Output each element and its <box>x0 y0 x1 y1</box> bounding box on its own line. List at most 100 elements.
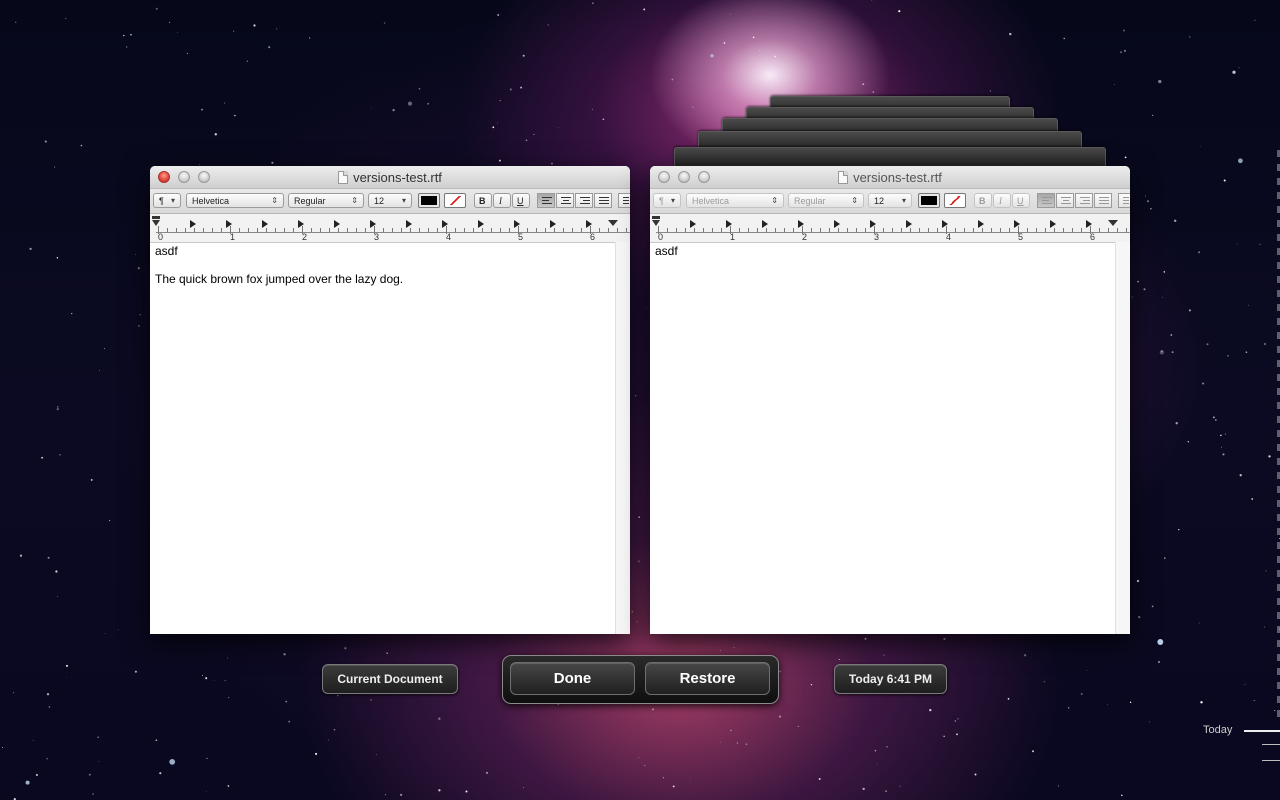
background-color-swatch[interactable] <box>444 193 466 208</box>
tab-stop[interactable] <box>942 220 948 228</box>
window-controls <box>158 171 210 183</box>
star <box>169 21 170 23</box>
star <box>1063 37 1065 40</box>
vertical-scrollbar[interactable] <box>1115 242 1130 634</box>
star <box>29 247 32 251</box>
current-document-button[interactable]: Current Document <box>322 664 458 694</box>
close-button[interactable] <box>158 171 170 183</box>
star <box>392 108 395 112</box>
version-window[interactable]: versions-test.rtf ¶ ▾ Helvetica ⇕ Regular ⇕… <box>650 166 1130 634</box>
align-right-button[interactable] <box>575 193 593 208</box>
tab-stop[interactable] <box>690 220 696 228</box>
tab-stop[interactable] <box>442 220 448 228</box>
tab-stop[interactable] <box>514 220 520 228</box>
tab-stop[interactable] <box>762 220 768 228</box>
timeline-today-tick[interactable] <box>1244 730 1280 732</box>
star <box>32 739 34 741</box>
align-left-button[interactable] <box>537 193 555 208</box>
star <box>1068 707 1070 709</box>
star <box>47 556 50 559</box>
align-center-button <box>1056 193 1074 208</box>
ruler-tick <box>1117 228 1118 232</box>
title-bar[interactable]: versions-test.rtf <box>650 166 1130 189</box>
tab-stop[interactable] <box>190 220 196 228</box>
font-family-popup[interactable]: Helvetica ⇕ <box>186 193 284 208</box>
tab-stop[interactable] <box>1014 220 1020 228</box>
star <box>779 670 782 673</box>
text-color-swatch[interactable] <box>418 193 440 208</box>
timeline-tick[interactable] <box>1262 744 1280 745</box>
tab-stop[interactable] <box>1050 220 1056 228</box>
left-margin-marker[interactable] <box>152 216 160 226</box>
right-margin-marker[interactable] <box>608 220 618 226</box>
tab-stop[interactable] <box>870 220 876 228</box>
ruler-tick <box>1027 228 1028 232</box>
star <box>1146 200 1150 203</box>
paragraph-styles-popup[interactable]: ¶ ▾ <box>153 193 181 208</box>
ruler-tick <box>982 228 983 232</box>
tab-stop[interactable] <box>586 220 592 228</box>
done-button[interactable]: Done <box>510 662 635 695</box>
title-bar[interactable]: versions-test.rtf <box>150 166 630 189</box>
tab-stop[interactable] <box>726 220 732 228</box>
tab-stop[interactable] <box>370 220 376 228</box>
star <box>155 739 158 742</box>
tab-stop[interactable] <box>478 220 484 228</box>
underline-button[interactable]: U <box>512 193 530 208</box>
ruler-tick <box>1054 228 1055 232</box>
star <box>872 91 875 93</box>
zoom-button[interactable] <box>198 171 210 183</box>
vertical-scrollbar[interactable] <box>615 242 630 634</box>
chevron-down-icon: ▾ <box>670 196 675 205</box>
ruler[interactable]: 0 1 2 3 4 5 6 <box>150 214 630 243</box>
minimize-button[interactable] <box>178 171 190 183</box>
ruler-tick <box>455 228 456 232</box>
tab-stop[interactable] <box>298 220 304 228</box>
star <box>88 773 91 776</box>
ruler: 0 1 2 3 4 5 6 <box>650 214 1130 243</box>
star <box>672 785 675 788</box>
star <box>636 620 638 623</box>
star <box>1198 622 1200 624</box>
star <box>1106 703 1108 705</box>
star <box>1148 721 1150 723</box>
font-style-popup[interactable]: Regular ⇕ <box>288 193 364 208</box>
restore-button[interactable]: Restore <box>645 662 770 695</box>
tab-stop[interactable] <box>550 220 556 228</box>
align-center-button[interactable] <box>556 193 574 208</box>
ruler-tick <box>721 228 722 232</box>
bold-button[interactable]: B <box>474 193 492 208</box>
star <box>810 683 813 686</box>
star <box>253 24 256 27</box>
tab-stop[interactable] <box>798 220 804 228</box>
tab-stop[interactable] <box>406 220 412 228</box>
tab-stop[interactable] <box>1086 220 1092 228</box>
timeline-tick[interactable] <box>1262 760 1280 761</box>
tab-stop[interactable] <box>334 220 340 228</box>
star <box>370 107 372 109</box>
tab-stop[interactable] <box>906 220 912 228</box>
tab-stop[interactable] <box>262 220 268 228</box>
star <box>520 86 523 89</box>
star <box>736 742 739 744</box>
document-text-area[interactable]: asdf The quick brown fox jumped over the… <box>150 242 616 634</box>
star <box>1138 616 1141 619</box>
star <box>871 0 873 2</box>
tab-stop[interactable] <box>226 220 232 228</box>
document-text-area[interactable]: asdf <box>650 242 1116 634</box>
line-spacing-button[interactable] <box>618 193 630 208</box>
ruler-tick <box>883 228 884 232</box>
current-document-window[interactable]: versions-test.rtf ¶ ▾ Helvetica ⇕ Regular ⇕… <box>150 166 630 634</box>
star <box>1164 557 1166 559</box>
justify-button[interactable] <box>594 193 612 208</box>
star <box>671 78 674 81</box>
tab-stop[interactable] <box>834 220 840 228</box>
star <box>1163 271 1166 273</box>
ruler-tick <box>329 228 330 232</box>
star <box>57 406 59 408</box>
tab-stop[interactable] <box>978 220 984 228</box>
italic-button[interactable]: I <box>493 193 511 208</box>
font-size-combo[interactable]: 12 ▾ <box>368 193 412 208</box>
star <box>1057 785 1059 787</box>
chevron-down-icon: ▾ <box>401 196 406 205</box>
